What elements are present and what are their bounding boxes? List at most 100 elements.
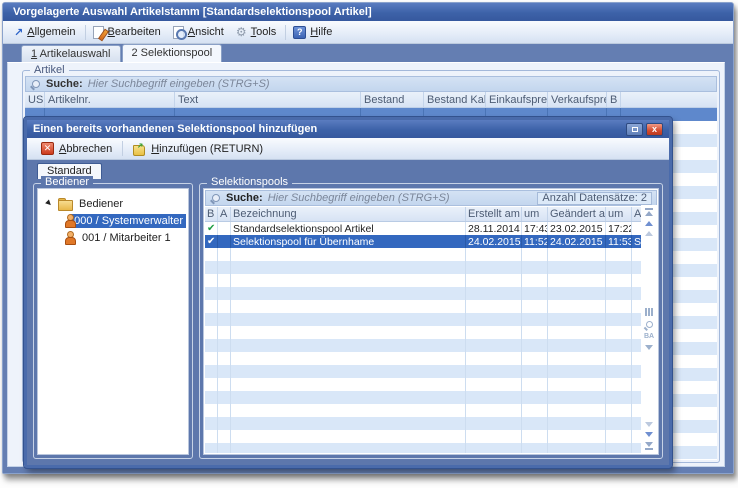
cell-bezeichnung: Standardselektionspool Artikel [231, 222, 466, 235]
cancel-button[interactable]: ✕ Abbrechen [35, 140, 118, 157]
search-icon[interactable] [646, 321, 653, 328]
col-header-erstellt-um[interactable]: um [522, 207, 548, 221]
filter-icon[interactable] [645, 345, 653, 350]
col-header-geaendert-am[interactable]: Geändert am [548, 207, 606, 221]
search-icon [210, 193, 221, 204]
tree-root-label: Bediener [76, 197, 126, 211]
arrow-up-right-icon: ↗ [14, 26, 23, 39]
dialog-toolbar: ✕ Abbrechen Hinzufügen (RETURN) [27, 138, 669, 160]
scroll-down-icon[interactable] [645, 422, 653, 427]
artikel-group-label: Artikel [30, 64, 69, 76]
magnifier-page-icon [173, 26, 184, 39]
bediener-tree: ▶ Bediener 000 / Systemverwalter 001 / M… [38, 189, 188, 252]
check-icon: ✔ [207, 237, 215, 247]
col-header-text[interactable]: Text [175, 92, 361, 107]
table-row-selected[interactable]: ✔ Selektionspool für Übernhame 24.02.201… [205, 235, 649, 248]
col-header-erstellt-am[interactable]: Erstellt am [466, 207, 522, 221]
tab-label: 1 Artikelauswahl [31, 48, 111, 60]
add-icon [133, 143, 146, 155]
pools-search-bar[interactable]: Suche: Hier Suchbegriff eingeben (STRG+S… [205, 190, 657, 206]
cell-geaendert-um: 17:22 [606, 222, 632, 235]
menu-label: Tools [251, 26, 277, 38]
grid-nav-strip: BA [641, 205, 657, 453]
col-header-b[interactable]: B [205, 207, 218, 221]
close-icon[interactable]: x [646, 123, 663, 136]
gear-icon: ⚙ [236, 26, 247, 38]
cell-geaendert-am: 23.02.2015 /Mo [548, 222, 606, 235]
tree-node-systemverwalter[interactable]: 000 / Systemverwalter [40, 212, 186, 229]
tree-expander-icon[interactable]: ▶ [44, 198, 55, 209]
sort-icon[interactable]: BA [644, 333, 654, 340]
col-header-geaendert-um[interactable]: um [606, 207, 632, 221]
artikel-search-placeholder: Hier Suchbegriff eingeben (STRG+S) [88, 78, 270, 90]
col-header-artikelnr[interactable]: Artikelnr. [45, 92, 175, 107]
check-icon: ✔ [207, 224, 215, 234]
cell-erstellt-am: 28.11.2014 /Fr [466, 222, 522, 235]
menu-tools[interactable]: ⚙ Tools [231, 24, 283, 40]
col-header-bezeichnung[interactable]: Bezeichnung [231, 207, 466, 221]
col-header-bestand-kalk[interactable]: Bestand Kalk. [424, 92, 486, 107]
menu-label: Hilfe [310, 26, 332, 38]
pools-grid-header: B A Bezeichnung Erstellt am um Geändert … [205, 207, 649, 222]
artikel-table-header: US Artikelnr. Text Bestand Bestand Kalk.… [25, 92, 717, 108]
main-titlebar: Vorgelagerte Auswahl Artikelstamm [Stand… [3, 3, 733, 21]
bediener-tree-panel: ▶ Bediener 000 / Systemverwalter 001 / M… [37, 188, 189, 455]
add-selektionspool-dialog: Einen bereits vorhandenen Selektionspool… [24, 117, 672, 468]
tree-node-mitarbeiter-1[interactable]: 001 / Mitarbeiter 1 [40, 229, 186, 246]
user-icon [64, 231, 75, 244]
table-row[interactable]: ✔ Standardselektionspool Artikel 28.11.2… [205, 222, 649, 235]
add-button[interactable]: Hinzufügen (RETURN) [127, 141, 269, 157]
pools-grid: B A Bezeichnung Erstellt am um Geändert … [205, 207, 649, 453]
toolbar-separator [122, 141, 123, 156]
edit-page-icon [93, 26, 104, 39]
user-icon [64, 214, 67, 227]
menu-label: Ansicht [188, 26, 224, 38]
col-header-verkaufspreis[interactable]: Verkaufspreis [548, 92, 607, 107]
col-header-us[interactable]: US [25, 92, 45, 107]
pools-search-placeholder: Hier Suchbegriff eingeben (STRG+S) [268, 192, 533, 204]
tree-node-bediener[interactable]: ▶ Bediener [40, 195, 186, 212]
col-header-bestand[interactable]: Bestand [361, 92, 424, 107]
previous-record-icon[interactable] [645, 221, 653, 226]
cell-geaendert-am: 24.02.2015 /Di [548, 235, 606, 248]
go-last-icon[interactable] [645, 442, 653, 450]
col-header-filler [621, 92, 717, 107]
folder-icon [58, 198, 72, 209]
menu-ansicht[interactable]: Ansicht [168, 24, 231, 41]
cell-bezeichnung: Selektionspool für Übernhame [231, 235, 466, 248]
dialog-content: Standard Bediener ▶ Bediener [27, 160, 669, 465]
menu-separator [85, 25, 86, 40]
dialog-tabstrip: Standard [33, 162, 663, 179]
columns-icon[interactable] [645, 308, 653, 316]
pools-empty-rows-area[interactable] [205, 248, 649, 453]
menu-bearbeiten[interactable]: Bearbeiten [88, 24, 168, 41]
col-header-einkaufspreis[interactable]: Einkaufspreis [486, 92, 548, 107]
tab-label: 2 Selektionspool [132, 47, 213, 59]
cell-erstellt-am: 24.02.2015 /Di [466, 235, 522, 248]
col-header-b[interactable]: B [607, 92, 621, 107]
scroll-up-icon[interactable] [645, 231, 653, 236]
dialog-panels: Bediener ▶ Bediener 000 / Systemverwalte… [33, 179, 663, 459]
cell-erstellt-um: 17:43 [522, 222, 548, 235]
selektionspools-groupbox: Selektionspools Suche: Hier Suchbegriff … [199, 183, 663, 459]
next-record-icon[interactable] [645, 432, 653, 437]
menubar: ↗ Allgemein Bearbeiten Ansicht ⚙ Tools ?… [3, 21, 733, 44]
tab-selektionspool[interactable]: 2 Selektionspool [122, 44, 223, 62]
selektionspools-group-label: Selektionspools [207, 176, 292, 188]
artikel-search-bar[interactable]: Suche: Hier Suchbegriff eingeben (STRG+S… [25, 76, 717, 92]
cancel-label: Abbrechen [59, 143, 112, 155]
search-icon [30, 79, 41, 90]
search-label: Suche: [226, 192, 263, 204]
go-first-icon[interactable] [645, 208, 653, 216]
menu-hilfe[interactable]: ? Hilfe [288, 24, 339, 41]
menu-label: Bearbeiten [108, 26, 161, 38]
tab-artikelauswahl[interactable]: 1 Artikelauswahl [21, 45, 121, 62]
selektionspools-panel: Suche: Hier Suchbegriff eingeben (STRG+S… [203, 188, 659, 455]
main-tabstrip: 1 Artikelauswahl 2 Selektionspool [3, 44, 733, 62]
cell-geaendert-um: 11:53 [606, 235, 632, 248]
menu-label: Allgemein [27, 26, 75, 38]
menu-allgemein[interactable]: ↗ Allgemein [9, 24, 83, 41]
restore-icon[interactable] [626, 123, 643, 136]
col-header-a[interactable]: A [218, 207, 231, 221]
dialog-title: Einen bereits vorhandenen Selektionspool… [33, 123, 623, 135]
